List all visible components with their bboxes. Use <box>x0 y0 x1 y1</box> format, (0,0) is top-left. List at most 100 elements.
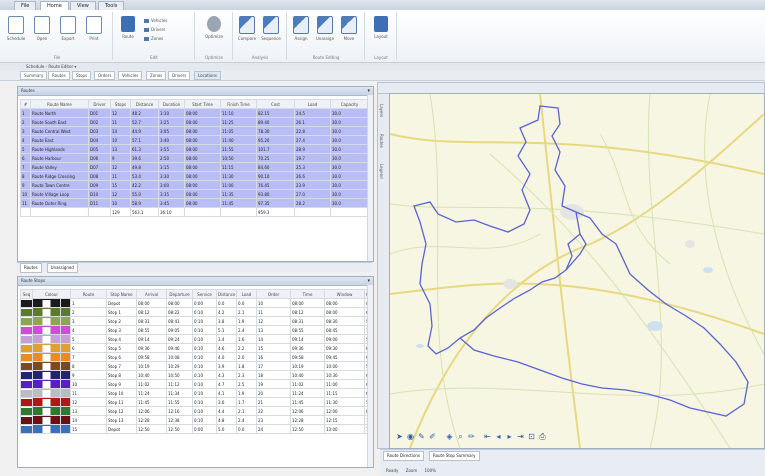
filter-tab-drivers[interactable]: Drivers <box>168 71 191 80</box>
colour-swatch[interactable] <box>32 361 61 371</box>
colour-swatch[interactable] <box>32 307 61 317</box>
colour-swatch[interactable] <box>32 352 61 362</box>
colour-swatch[interactable] <box>20 298 33 308</box>
table-row[interactable]: 5Stop 409:1409:240:103.41.61409:1409:005… <box>20 334 368 344</box>
tab-routes[interactable]: Routes <box>20 263 42 273</box>
routes-column-header[interactable]: Capacity <box>330 99 369 109</box>
stops-scrollbar[interactable] <box>367 285 373 467</box>
routes-column-header[interactable]: Stops <box>110 99 131 109</box>
colour-swatch[interactable] <box>20 406 33 416</box>
stops-column-header[interactable]: Window <box>324 289 366 299</box>
tab-route-stop-summary[interactable]: Route Stop Summary <box>428 451 480 461</box>
table-row[interactable]: 1Depot08:0008:000:000.00.01008:0008:000.… <box>20 298 368 308</box>
open-button[interactable]: Open <box>32 16 52 41</box>
filter-tab-stops[interactable]: Stops <box>72 71 92 80</box>
colour-swatch[interactable] <box>20 415 33 425</box>
drivers-button[interactable]: Drivers <box>144 27 165 32</box>
colour-swatch[interactable] <box>20 316 33 326</box>
colour-swatch[interactable] <box>32 415 61 425</box>
breadcrumb[interactable]: Schedule - Route Editor ▾ <box>26 63 76 70</box>
colour-swatch[interactable] <box>32 334 61 344</box>
table-row[interactable]: 2Stop 108:1208:220:104.22.11108:1208:006… <box>20 307 368 317</box>
routes-column-header[interactable]: Route Name <box>30 99 89 109</box>
colour-swatch[interactable] <box>32 316 61 326</box>
stops-column-header[interactable]: Stop Name <box>106 289 138 299</box>
filter-tab-orders[interactable]: Orders <box>94 71 116 80</box>
pan-left-icon[interactable]: ⇤ <box>483 432 492 441</box>
table-row[interactable]: 7Stop 609:5810:080:104.02.01609:5809:456… <box>20 352 368 362</box>
tab-home[interactable]: Home <box>40 1 69 10</box>
routes-column-header[interactable]: Start Time <box>184 99 221 109</box>
colour-swatch[interactable] <box>20 343 33 353</box>
routes-column-header[interactable]: Finish Time <box>220 99 257 109</box>
globe-icon[interactable]: ◉ <box>406 432 415 441</box>
colour-swatch[interactable] <box>20 424 33 434</box>
tab-tools[interactable]: Tools <box>98 1 125 10</box>
pin-icon[interactable]: ▾ <box>367 277 370 285</box>
table-row[interactable]: 4Stop 308:5509:050:105.12.41308:5508:457… <box>20 325 368 335</box>
table-row[interactable]: 5 Route Highlands D05 13 61.3 3:55 08:00 11:55 1… <box>20 144 369 154</box>
routes-column-header[interactable]: Driver <box>88 99 111 109</box>
table-row[interactable]: 4 Route East D04 10 57.1 3:40 08:00 11:40 95.20 2… <box>20 135 369 145</box>
table-row[interactable]: 11 Route Outer Ring D11 10 58.9 3:45 08:00 11:4… <box>20 198 369 208</box>
colour-swatch[interactable] <box>59 397 72 407</box>
colour-swatch[interactable] <box>59 361 72 371</box>
stops-column-header[interactable]: Seq <box>20 289 33 299</box>
colour-swatch[interactable] <box>59 406 72 416</box>
layers-icon[interactable]: ◈ <box>445 432 454 441</box>
colour-swatch[interactable] <box>20 370 33 380</box>
routes-column-header[interactable]: Cost <box>256 99 295 109</box>
filter-tab-locations[interactable]: Locations <box>194 71 222 80</box>
filter-tab-summary[interactable]: Summary <box>20 71 48 80</box>
colour-swatch[interactable] <box>59 352 72 362</box>
stops-column-header[interactable]: Colour <box>31 289 72 299</box>
stops-column-header[interactable]: Order <box>256 289 292 299</box>
fit-icon[interactable]: ⊡ <box>527 432 536 441</box>
colour-swatch[interactable] <box>59 370 72 380</box>
colour-swatch[interactable] <box>59 307 72 317</box>
next-icon[interactable]: ▸ <box>505 432 514 441</box>
colour-swatch[interactable] <box>32 298 61 308</box>
colour-swatch[interactable] <box>32 379 61 389</box>
routes-column-header[interactable]: Distance <box>130 99 159 109</box>
optimize-button[interactable]: Optimize <box>204 16 224 39</box>
compare-button[interactable]: Compare <box>237 16 257 41</box>
table-row[interactable]: 13 Stop 12 12:06 12:16 0:10 4.4 2.1 22 12:06 12:0… <box>20 406 368 416</box>
edit-icon[interactable]: ✏ <box>467 432 476 441</box>
map-view[interactable] <box>389 93 765 449</box>
colour-swatch[interactable] <box>32 370 61 380</box>
tab-route-directions[interactable]: Route Directions <box>383 451 425 461</box>
colour-swatch[interactable] <box>59 325 72 335</box>
table-row[interactable]: 9Stop 810:4010:500:104.32.31810:4010:306… <box>20 370 368 380</box>
stops-column-header[interactable]: Service <box>192 289 218 299</box>
tab-file[interactable]: File <box>14 1 37 10</box>
colour-swatch[interactable] <box>20 325 33 335</box>
table-row[interactable]: 3Stop 208:3108:410:103.81.91208:3108:305… <box>20 316 368 326</box>
table-row[interactable]: 3 Route Central West D03 14 44.9 3:05 08:00 11:… <box>20 126 369 136</box>
colour-swatch[interactable] <box>20 361 33 371</box>
table-row[interactable]: 14 Stop 13 12:28 12:38 0:10 4.8 2.4 23 12:28 12:1… <box>20 415 368 425</box>
export-button[interactable]: Export <box>58 16 78 41</box>
colour-swatch[interactable] <box>32 406 61 416</box>
print-button[interactable]: Print <box>84 16 104 41</box>
table-row[interactable]: 2 Route South East D02 11 52.7 3:25 08:00 11:25… <box>20 117 369 127</box>
stops-column-header[interactable]: Time <box>290 289 326 299</box>
stops-column-header[interactable]: Distance <box>216 289 238 299</box>
assign-button[interactable]: Assign <box>291 16 311 41</box>
table-row[interactable]: 10 Route Village Loop D10 12 55.0 3:35 08:00 11… <box>20 189 369 199</box>
colour-swatch[interactable] <box>59 379 72 389</box>
colour-swatch[interactable] <box>59 334 72 344</box>
colour-swatch[interactable] <box>20 379 33 389</box>
routes-column-header[interactable]: Load <box>294 99 331 109</box>
colour-swatch[interactable] <box>20 397 33 407</box>
table-row[interactable]: 6 Route Harbour D06 9 39.6 2:50 08:00 10:50 70.2… <box>20 153 369 163</box>
colour-swatch[interactable] <box>20 352 33 362</box>
route-line[interactable] <box>413 105 749 417</box>
table-row[interactable]: 7 Route Valley D07 12 49.8 3:15 08:00 11:15 84.6… <box>20 162 369 172</box>
unassign-button[interactable]: Unassign <box>315 16 335 41</box>
colour-swatch[interactable] <box>59 424 72 434</box>
table-row[interactable]: 9 Route Town Centre D09 15 42.2 3:00 08:00 11:0… <box>20 180 369 190</box>
table-row[interactable]: 11 Stop 10 11:24 11:34 0:10 4.1 1.9 20 11:24 11:1… <box>20 388 368 398</box>
side-tab-legend[interactable]: Legend <box>379 164 384 179</box>
stops-column-header[interactable]: Departure <box>166 289 194 299</box>
